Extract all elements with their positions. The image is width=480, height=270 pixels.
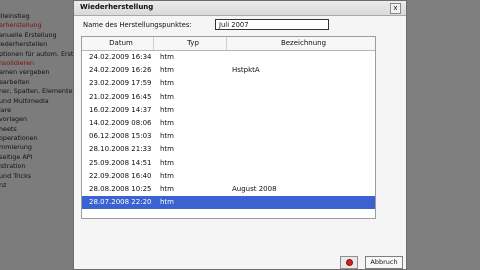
restore-point-name-input[interactable]: Juli 2007 (215, 19, 329, 30)
cell-date: 28.07.2008 22:20 (89, 198, 152, 207)
help-nav-item: anuelle Erstellung (0, 30, 57, 39)
cell-description: August 2008 (232, 184, 277, 193)
table-row[interactable]: 25.09.2008 14:51 htm (82, 157, 375, 170)
table-body: 24.02.2009 16:34 htm 24.02.2009 16:26 htm Hs… (82, 51, 375, 210)
cell-type: htm (160, 132, 174, 141)
restore-dialog: Wiederherstellung x Name des Herstellung… (73, 0, 407, 270)
cell-date: 25.09.2008 14:51 (89, 158, 152, 167)
table-row[interactable]: 28.10.2008 21:33 htm (82, 143, 375, 156)
column-header-type[interactable]: Typ (154, 37, 227, 50)
cell-date: 24.02.2009 16:34 (89, 53, 152, 61)
cell-type: htm (160, 53, 174, 61)
lifebuoy-icon (346, 259, 353, 266)
table-row[interactable]: 06.12.2008 15:03 htm (82, 130, 375, 143)
cell-description (227, 157, 375, 170)
cell-description (227, 117, 375, 130)
cell-description (227, 143, 375, 156)
restore-points-table: Datum Typ Bezeichnung 24.02.2009 16:34 ht… (81, 36, 376, 219)
abort-button[interactable]: Abbruch (365, 256, 403, 269)
table-row[interactable]: 28.08.2008 10:25 htm August 2008 (82, 183, 375, 196)
help-nav-list: llleinstieg erherstellung anuelle Erstellu… (0, 0, 78, 190)
help-nav-item: llleinstieg (0, 12, 30, 20)
cell-date: 06.12.2008 15:03 (89, 132, 152, 141)
restore-point-name-label: Name des Herstellungspunktes: (83, 21, 192, 29)
cell-description (227, 51, 375, 64)
dialog-titlebar: Wiederherstellung x (74, 1, 406, 16)
dialog-title: Wiederherstellung (80, 3, 154, 11)
help-nav-item: seitige API (0, 152, 33, 161)
cell-type: htm (160, 79, 174, 88)
cell-description (227, 91, 375, 104)
cell-type: htm (160, 171, 174, 180)
cell-description: HstpktA (232, 66, 260, 75)
cell-type: htm (160, 105, 174, 114)
cell-date: 28.10.2008 21:33 (89, 145, 152, 154)
help-nav-item: earbeiten (0, 77, 30, 86)
close-button[interactable]: x (390, 3, 401, 14)
restore-button[interactable] (340, 256, 358, 269)
column-header-date[interactable]: Datum (82, 37, 154, 50)
help-nav-item: nsolidieren (0, 58, 35, 67)
cell-description (227, 196, 375, 209)
dialog-button-bar: Abbruch (74, 253, 406, 269)
help-nav-item: ptionen für autom. Erste (0, 49, 78, 58)
table-row[interactable]: 24.02.2009 16:34 htm (82, 51, 375, 64)
help-nav-item: iederherstellen (0, 40, 48, 49)
help-nav-item: ner, Spalten, Elemente (0, 87, 73, 96)
cell-date: 22.09.2008 16:40 (89, 171, 152, 180)
help-nav-item: operationen (0, 134, 38, 143)
help-nav-item: vorlagen (0, 115, 28, 124)
cell-date: 14.02.2009 08:06 (89, 118, 152, 127)
help-nav-item: amen vergeben (0, 68, 50, 77)
table-row[interactable]: 23.02.2009 17:59 htm (82, 77, 375, 90)
background-right-area (407, 0, 480, 270)
help-nav-item: mmierung (0, 143, 32, 152)
table-row[interactable]: 24.02.2009 16:26 htm HstpktA (82, 64, 375, 77)
cell-description (227, 170, 375, 183)
cell-type: htm (160, 118, 174, 127)
cell-date: 28.08.2008 10:25 (89, 184, 152, 193)
help-nav-item: erherstellung (0, 21, 42, 30)
cell-description (227, 77, 375, 90)
cell-description (227, 104, 375, 117)
table-header: Datum Typ Bezeichnung (82, 37, 375, 51)
table-row[interactable]: 22.09.2008 16:40 htm (82, 170, 375, 183)
help-nav-item: und Multimedia (0, 96, 49, 105)
cell-type: htm (160, 66, 174, 75)
cell-type: htm (160, 92, 174, 101)
column-header-description[interactable]: Bezeichnung (227, 37, 375, 50)
cell-date: 23.02.2009 17:59 (89, 79, 152, 88)
cell-type: htm (160, 184, 174, 193)
table-row[interactable]: 21.02.2009 16:45 htm (82, 91, 375, 104)
cell-date: 16.02.2009 14:37 (89, 105, 152, 114)
table-row[interactable]: 28.07.2008 22:20 htm (82, 196, 375, 210)
cell-date: 24.02.2009 16:26 (89, 66, 152, 75)
help-nav-item: und Tricks (0, 171, 32, 180)
help-nav-item: heets (0, 124, 17, 133)
help-nav-item: istration (0, 162, 26, 171)
cell-description (227, 130, 375, 143)
table-row[interactable]: 14.02.2009 08:06 htm (82, 117, 375, 130)
cell-type: htm (160, 198, 174, 207)
help-nav-item: lare (0, 105, 12, 114)
cell-type: htm (160, 158, 174, 167)
table-row[interactable]: 16.02.2009 14:37 htm (82, 104, 375, 117)
cell-date: 21.02.2009 16:45 (89, 92, 152, 101)
cell-type: htm (160, 145, 174, 154)
background-help-nav: llleinstieg erherstellung anuelle Erstellu… (0, 0, 78, 270)
help-nav-item: nz (0, 181, 7, 190)
